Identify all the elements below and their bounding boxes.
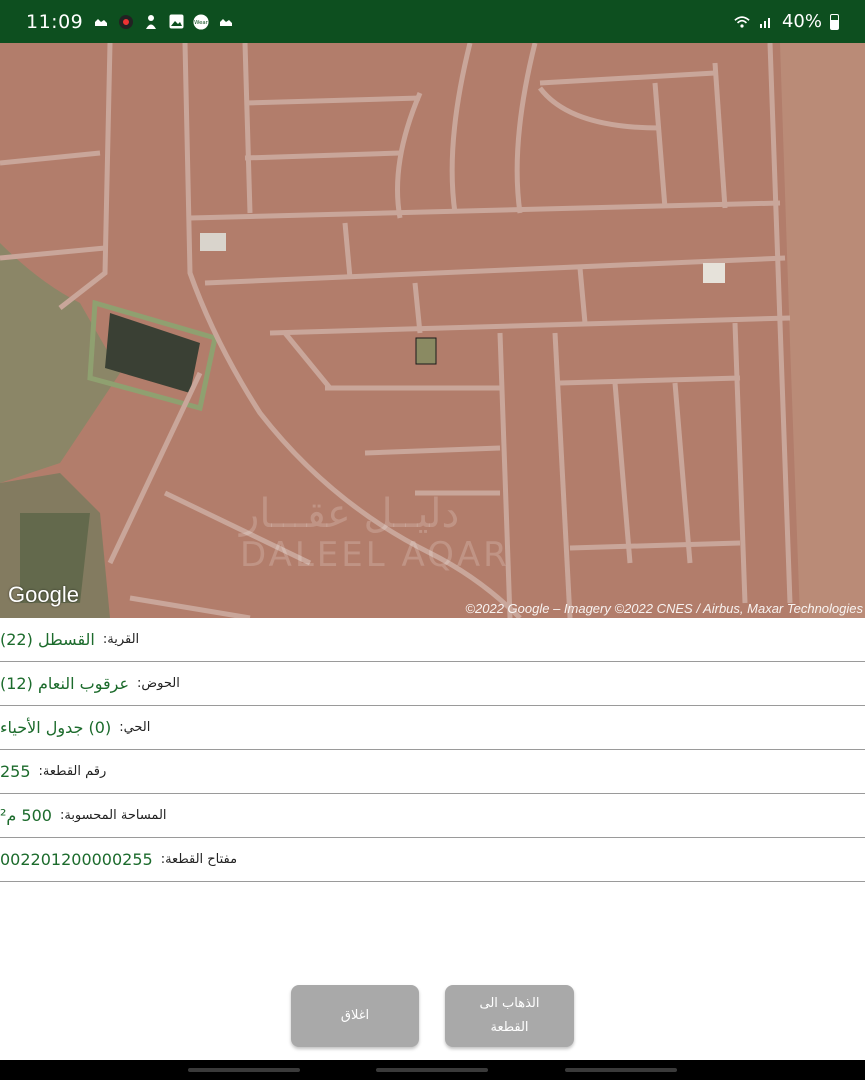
info-label: الحوض: [137,676,180,691]
svg-text:Wear: Wear [194,20,208,26]
battery-icon [830,13,839,30]
watermark-english: DALEEL AQAR [240,535,510,575]
close-button-label: اغلاق [340,1008,370,1023]
notification-icon [218,14,234,30]
info-value: 500 م² [0,806,52,825]
info-value: (0) جدول الأحياء [0,718,112,737]
info-row-area: المساحة المحسوبة: 500 م² [0,794,865,838]
info-row-parcel-key: مفتاح القطعة: 002201200000255 [0,838,865,882]
info-value: عرقوب النعام (12) [0,674,130,693]
info-label: رقم القطعة: [38,764,107,779]
map-attribution: ©2022 Google – Imagery ©2022 CNES / Airb… [465,601,863,616]
gallery-icon [168,14,184,30]
info-label: مفتاح القطعة: [160,852,238,867]
watermark-arabic: دليــل عقـــار [240,491,460,537]
info-row-basin: الحوض: عرقوب النعام (12) [0,662,865,706]
info-value: 002201200000255 [0,850,153,869]
wifi-icon [734,14,750,30]
info-label: القرية: [102,632,140,647]
parcel-info-list: القرية: القسطل (22) الحوض: عرقوب النعام … [0,618,865,882]
info-value: 255 [0,762,31,781]
notification-icon [93,14,109,30]
info-value: القسطل (22) [0,630,95,649]
nav-recents-handle[interactable] [188,1068,301,1072]
nav-back-handle[interactable] [564,1068,677,1072]
signal-icon [758,14,774,30]
navigation-bar [0,1060,865,1080]
nav-home-handle[interactable] [376,1068,489,1072]
wear-icon: Wear [193,13,209,30]
info-row-district: الحي: (0) جدول الأحياء [0,706,865,750]
status-left: 11:09 Wear [26,11,234,33]
info-label: المساحة المحسوبة: [59,808,167,823]
status-bar: 11:09 Wear 40% [0,0,865,43]
go-button-label-line2: القطعة [490,1020,529,1035]
go-button-label-line1: الذهاب الى [479,996,540,1011]
app-icon [143,14,159,30]
go-to-parcel-button[interactable]: الذهاب الى القطعة [445,985,574,1047]
info-row-village: القرية: القسطل (22) [0,618,865,662]
status-icons: Wear [93,13,234,30]
battery-percent: 40% [781,11,822,32]
status-time: 11:09 [26,10,84,33]
close-button[interactable]: اغلاق [291,985,419,1047]
info-row-parcel-number: رقم القطعة: 255 [0,750,865,794]
app-icon [118,14,134,30]
info-label: الحي: [119,720,151,735]
satellite-map[interactable]: دليــل عقـــار DALEEL AQAR Google ©2022 … [0,43,865,618]
google-logo: Google [8,582,79,607]
status-right: 40% [734,11,839,32]
